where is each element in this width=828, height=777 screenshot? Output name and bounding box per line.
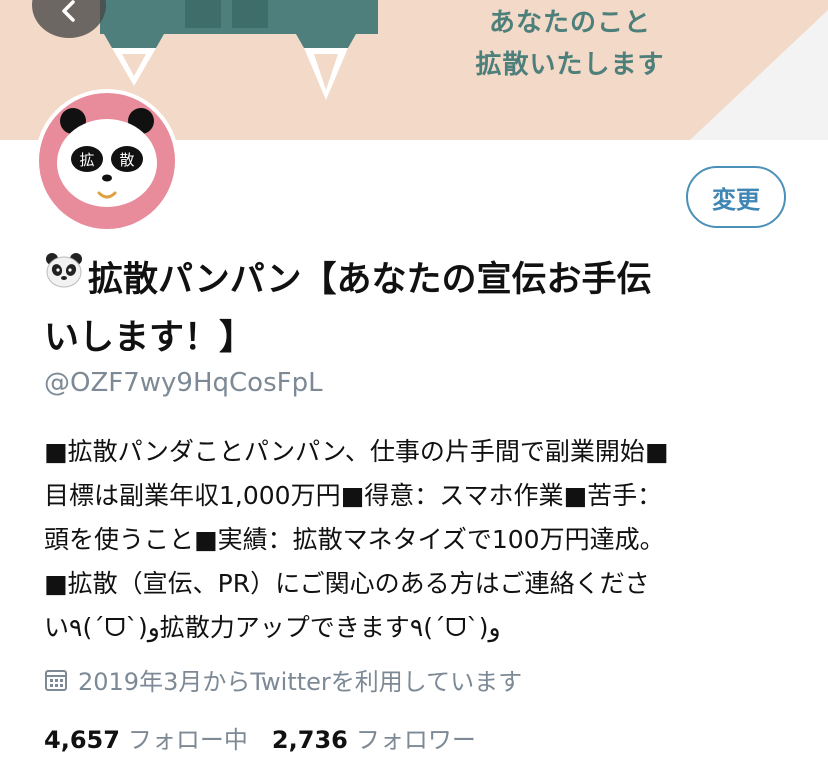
followers-link[interactable]: 2,736 フォロワー	[272, 720, 476, 755]
following-label: フォロー中	[127, 726, 248, 754]
following-count: 4,657	[44, 726, 120, 754]
bio-line: ■拡散（宣伝、PR）にご関心のある方はご連絡くださ	[44, 569, 650, 598]
bio-line: 目標は副業年収1,000万円■得意：スマホ作業■苦手：	[44, 481, 663, 510]
profile-bio: ■拡散パンダことパンパン、仕事の片手間で副業開始■ 目標は副業年収1,000万円…	[44, 430, 814, 650]
joined-date: 2019年3月からTwitterを利用しています	[44, 662, 522, 697]
chevron-left-icon	[62, 0, 75, 22]
panda-avatar-icon: 拡 散	[39, 93, 175, 229]
avatar-eye-left-text: 拡	[79, 151, 94, 169]
follow-stats: 4,657 フォロー中 2,736 フォロワー	[44, 720, 500, 755]
profile-name: 拡散パンパン【あなたの宣伝お手伝 いします！】	[44, 252, 804, 366]
panda-face-icon	[44, 250, 84, 307]
joined-date-text: 2019年3月からTwitterを利用しています	[78, 668, 523, 696]
bio-line: 頭を使うこと■実績：拡散マネタイズで100万円達成。	[44, 525, 665, 554]
bio-line: い٩(ˊᗜˋ)و拡散力アップできます٩(ˊᗜˋ)و	[44, 613, 501, 642]
avatar-eye-right-text: 散	[119, 151, 134, 169]
banner-caption-line2: 拡散いたします	[475, 50, 665, 80]
avatar[interactable]: 拡 散	[35, 89, 179, 233]
edit-profile-button[interactable]: 変更	[686, 166, 786, 228]
followers-label: フォロワー	[355, 726, 476, 754]
calendar-icon	[45, 669, 67, 691]
profile-handle: @OZF7wy9HqCosFpL	[44, 368, 323, 398]
following-link[interactable]: 4,657 フォロー中	[44, 720, 248, 755]
banner-caption: あなたのこと 拡散いたします	[440, 2, 700, 86]
banner-caption-line1: あなたのこと	[488, 8, 651, 38]
profile-name-line2: いします！】	[44, 317, 255, 358]
profile-name-line1: 拡散パンパン【あなたの宣伝お手伝	[88, 260, 652, 300]
bio-line: ■拡散パンダことパンパン、仕事の片手間で副業開始■	[44, 437, 669, 466]
followers-count: 2,736	[271, 726, 348, 754]
